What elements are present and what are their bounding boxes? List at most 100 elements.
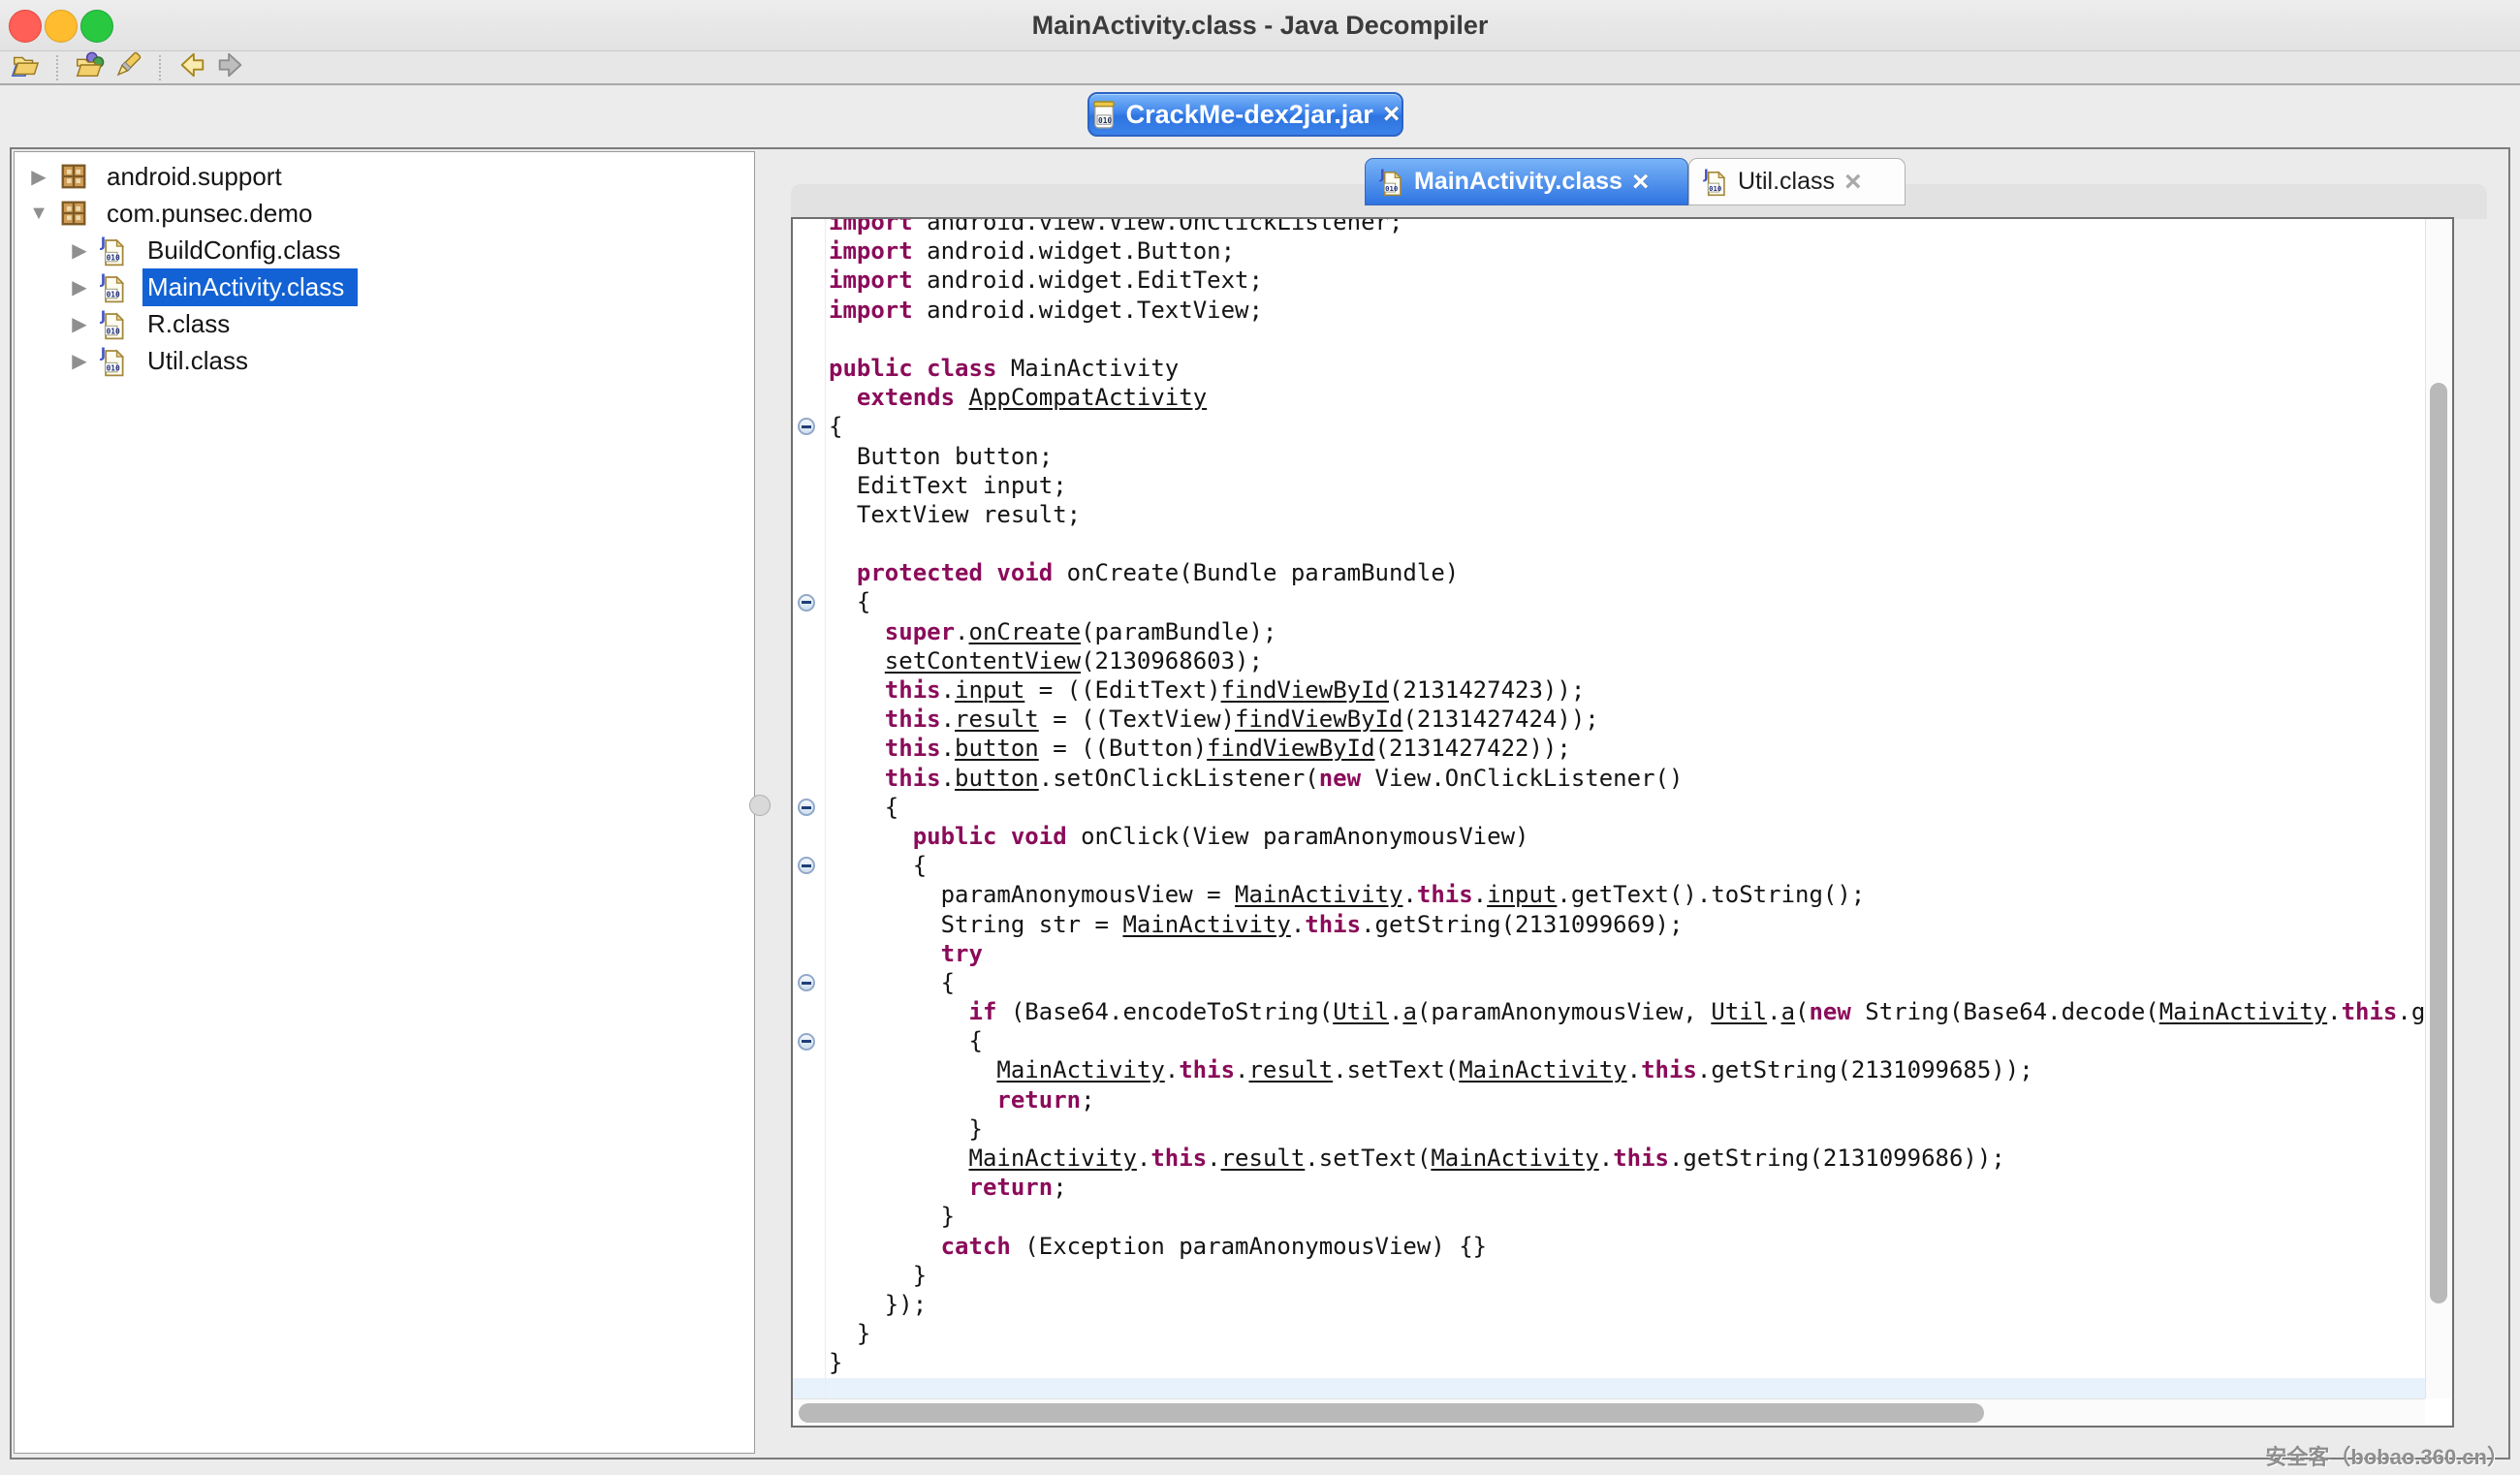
code-line: protected void onCreate(Bundle paramBund…	[793, 558, 2425, 587]
code-line: import android.widget.TextView;	[793, 296, 2425, 325]
search-button[interactable]	[110, 51, 145, 84]
svg-text:010: 010	[1385, 184, 1398, 193]
svg-text:J: J	[100, 309, 106, 325]
svg-text:J: J	[100, 346, 106, 361]
code-line: }	[793, 1261, 2425, 1290]
class-icon: J010	[100, 234, 131, 267]
tree-item-label[interactable]: MainActivity.class	[142, 268, 358, 306]
tree-item-label[interactable]: BuildConfig.class	[142, 232, 354, 269]
code-line: return;	[793, 1173, 2425, 1202]
close-jar-tab-icon[interactable]: ×	[1383, 100, 1401, 129]
expand-arrow-icon[interactable]: ▶	[67, 349, 92, 373]
svg-text:010: 010	[1709, 184, 1721, 193]
collapse-arrow-icon[interactable]: ▼	[26, 203, 51, 225]
code-line: catch (Exception paramAnonymousView) {}	[793, 1232, 2425, 1261]
code-line: return;	[793, 1085, 2425, 1114]
code-editor: import android.view.View.OnClickListener…	[791, 217, 2454, 1428]
close-tab-icon[interactable]: ×	[1844, 168, 1862, 197]
tree-item-r-class[interactable]: ▶ J010 R.class	[15, 305, 754, 342]
forward-arrow-icon	[215, 49, 246, 85]
jar-file-icon: 010	[1091, 99, 1117, 130]
svg-text:010: 010	[1098, 116, 1112, 125]
class-file-icon: J010	[1379, 167, 1404, 198]
forward-button[interactable]	[213, 51, 248, 84]
code-line: this.result = ((TextView)findViewById(21…	[793, 705, 2425, 734]
tab-mainactivity-class[interactable]: J010 MainActivity.class ×	[1365, 158, 1688, 205]
code-line: this.button = ((Button)findViewById(2131…	[793, 734, 2425, 763]
code-line: paramAnonymousView = MainActivity.this.i…	[793, 880, 2425, 909]
code-line	[793, 325, 2425, 354]
expand-arrow-icon[interactable]: ▶	[67, 238, 92, 263]
tree-item-mainactivity-class[interactable]: ▶ J010 MainActivity.class	[15, 268, 754, 305]
class-icon: J010	[100, 307, 131, 340]
code-line: MainActivity.this.result.setText(MainAct…	[793, 1144, 2425, 1173]
open-folder-icon	[10, 49, 41, 85]
package-icon	[59, 197, 90, 230]
code-line: import android.widget.EditText;	[793, 266, 2425, 295]
close-tab-icon[interactable]: ×	[1632, 168, 1650, 197]
code-line: {	[793, 851, 2425, 880]
class-file-icon: J010	[1703, 167, 1728, 198]
toolbar	[0, 51, 2520, 85]
code-line: setContentView(2130968603);	[793, 646, 2425, 675]
svg-text:J: J	[100, 235, 106, 251]
svg-text:J: J	[1703, 168, 1709, 182]
svg-text:J: J	[100, 272, 106, 288]
tree-item-com-punsec-demo[interactable]: ▼ com.punsec.demo	[15, 195, 754, 232]
fold-collapse-icon[interactable]	[798, 594, 815, 612]
svg-text:J: J	[1379, 168, 1385, 182]
code-line: public class MainActivity	[793, 354, 2425, 383]
back-arrow-icon	[176, 49, 207, 85]
tree-item-label[interactable]: android.support	[102, 158, 296, 196]
code-line: try	[793, 939, 2425, 968]
java-decompiler-window: MainActivity.class - Java Decompiler	[0, 0, 2520, 1475]
back-button[interactable]	[174, 51, 209, 84]
code-line: if (Base64.encodeToString(Util.a(paramAn…	[793, 997, 2425, 1026]
package-icon	[59, 160, 90, 193]
svg-text:010: 010	[107, 290, 120, 298]
fold-collapse-icon[interactable]	[798, 799, 815, 816]
code-line: {	[793, 412, 2425, 441]
code-line: });	[793, 1290, 2425, 1319]
code-line: MainActivity.this.result.setText(MainAct…	[793, 1055, 2425, 1084]
vertical-scrollbar-thumb[interactable]	[2430, 383, 2447, 1303]
tab-util-class[interactable]: J010 Util.class ×	[1688, 158, 1906, 205]
splitter-handle[interactable]	[749, 795, 771, 816]
code-content: import android.view.View.OnClickListener…	[793, 217, 2425, 1407]
tree-item-label[interactable]: R.class	[142, 305, 243, 343]
tree-item-buildconfig-class[interactable]: ▶ J010 BuildConfig.class	[15, 232, 754, 268]
class-icon: J010	[100, 344, 131, 377]
code-line: }	[793, 1348, 2425, 1377]
fold-collapse-icon[interactable]	[798, 1033, 815, 1051]
horizontal-scrollbar-track[interactable]	[793, 1398, 2425, 1427]
code-line: }	[793, 1319, 2425, 1348]
code-line: public void onClick(View paramAnonymousV…	[793, 822, 2425, 851]
svg-text:010: 010	[107, 363, 120, 372]
code-line: Button button;	[793, 442, 2425, 471]
code-line: EditText input;	[793, 471, 2425, 500]
tree-item-util-class[interactable]: ▶ J010 Util.class	[15, 342, 754, 379]
expand-arrow-icon[interactable]: ▶	[67, 312, 92, 336]
open-type-button[interactable]	[72, 51, 107, 84]
code-line: }	[793, 1114, 2425, 1144]
titlebar: MainActivity.class - Java Decompiler	[0, 0, 2520, 51]
toolbar-separator	[159, 55, 161, 80]
tab-label: MainActivity.class	[1414, 168, 1622, 196]
code-line	[793, 529, 2425, 558]
expand-arrow-icon[interactable]: ▶	[26, 165, 51, 189]
expand-arrow-icon[interactable]: ▶	[67, 275, 92, 299]
jar-file-tab[interactable]: 010 CrackMe-dex2jar.jar ×	[1087, 92, 1403, 137]
pen-search-icon	[112, 49, 143, 85]
horizontal-scrollbar-thumb[interactable]	[799, 1403, 1984, 1423]
code-line: TextView result;	[793, 500, 2425, 529]
tab-label: Util.class	[1738, 168, 1835, 196]
tree-item-android-support[interactable]: ▶ android.support	[15, 158, 754, 195]
tree-item-label[interactable]: Util.class	[142, 342, 262, 380]
code-line: {	[793, 968, 2425, 997]
watermark: 安全客（bobao.360.cn）	[2265, 1440, 2508, 1471]
tree-item-label[interactable]: com.punsec.demo	[102, 195, 326, 233]
code-line: {	[793, 793, 2425, 822]
class-icon: J010	[100, 270, 131, 303]
open-type-folder-icon	[74, 49, 105, 85]
open-file-button[interactable]	[8, 51, 43, 84]
